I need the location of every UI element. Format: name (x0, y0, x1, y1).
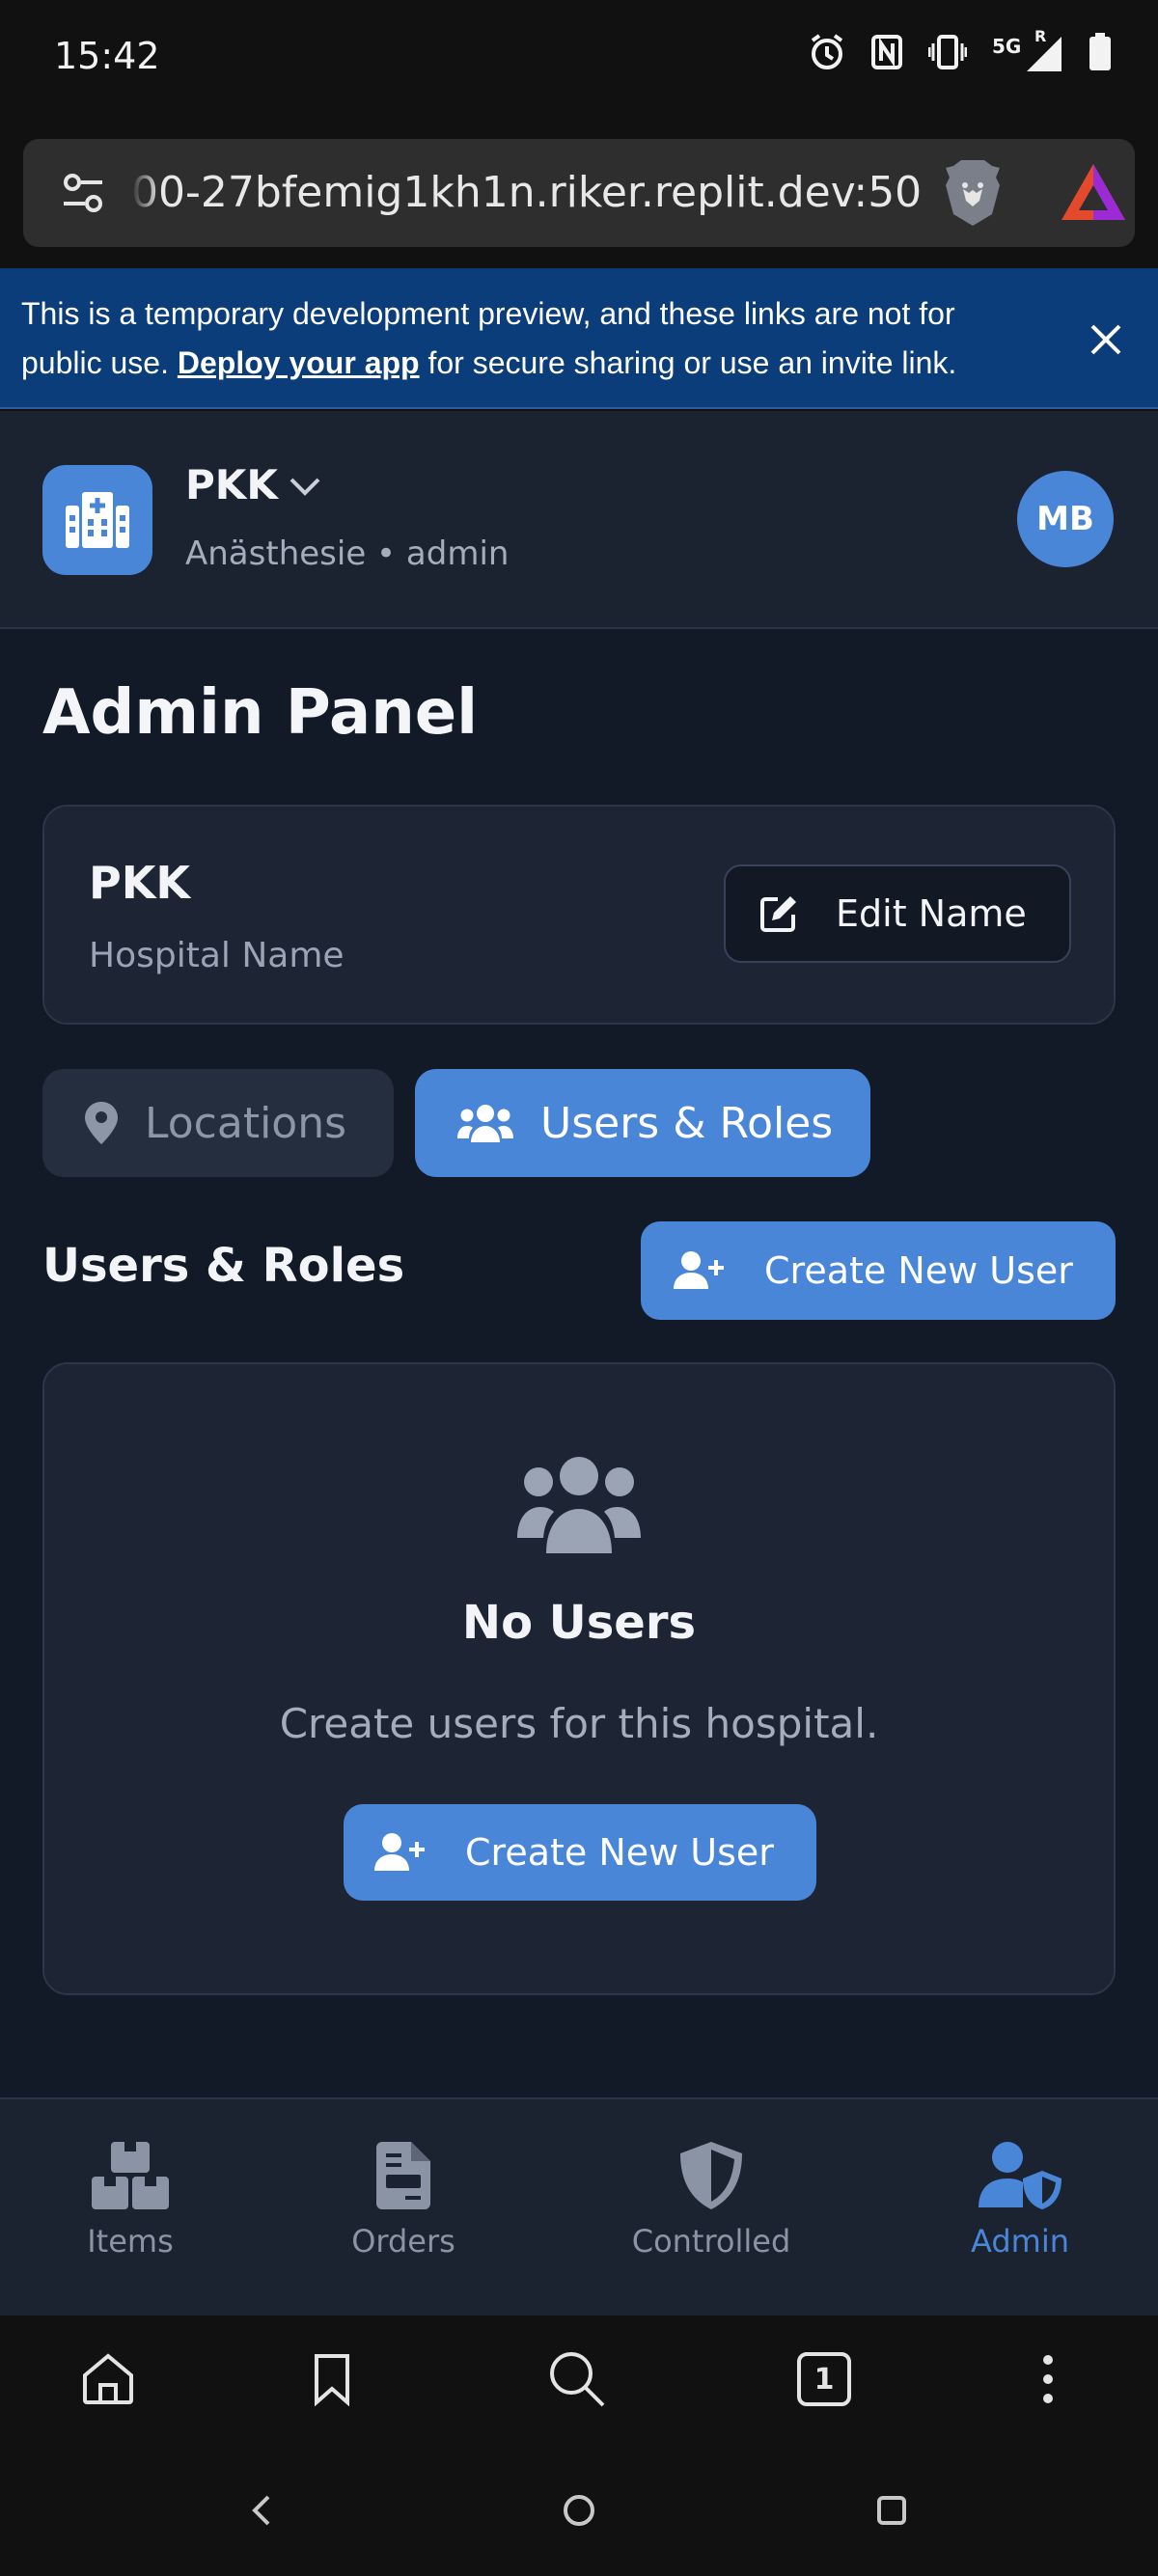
brave-shields-icon[interactable] (938, 158, 1007, 228)
banner-text: This is a temporary development preview,… (21, 289, 1044, 388)
user-shield-icon (979, 2142, 1062, 2209)
tab-users-roles[interactable]: Users & Roles (415, 1069, 870, 1177)
tabs-icon[interactable]: 1 (797, 2352, 851, 2406)
nfc-icon (871, 35, 902, 69)
edit-name-label: Edit Name (836, 892, 1027, 935)
nav-item-orders[interactable]: Orders (288, 2142, 519, 2260)
shield-icon (680, 2142, 742, 2209)
close-icon[interactable] (1087, 320, 1125, 359)
system-navigation (0, 2447, 1158, 2576)
section-title: Users & Roles (42, 1239, 405, 1293)
chevron-down-icon[interactable] (288, 475, 322, 498)
hospital-icon (66, 492, 129, 548)
alarm-icon (811, 34, 843, 69)
page-title: Admin Panel (42, 677, 479, 749)
site-settings-icon[interactable] (62, 172, 104, 214)
vibrate-icon (928, 35, 967, 69)
empty-state-text: Create users for this hospital. (279, 1700, 879, 1747)
status-icons: 5G R (809, 27, 1112, 71)
users-icon (457, 1105, 513, 1142)
back-icon[interactable] (249, 2493, 274, 2528)
home-icon[interactable] (81, 2352, 135, 2406)
app-header: PKK Anästhesie • admin MB (0, 411, 1158, 629)
hospital-name-card: PKK Hospital Name Edit Name (42, 805, 1116, 1025)
home-button-icon[interactable] (562, 2493, 596, 2528)
edit-name-button[interactable]: Edit Name (724, 864, 1071, 963)
banner-text-end: for secure sharing or use an invite link… (419, 345, 957, 380)
empty-state-card: No Users Create users for this hospital.… (42, 1362, 1116, 1995)
create-new-user-label: Create New User (465, 1831, 774, 1874)
nav-item-controlled[interactable]: Controlled (595, 2142, 827, 2260)
user-plus-icon (374, 1833, 425, 1871)
bottom-nav: Items Orders Controlled Admin (0, 2097, 1158, 2316)
user-plus-icon (674, 1251, 724, 1289)
create-new-user-button[interactable]: Create New User (641, 1221, 1116, 1320)
tab-users-roles-label: Users & Roles (540, 1098, 834, 1148)
more-icon[interactable] (1040, 2354, 1056, 2404)
app-container: PKK Anästhesie • admin MB Admin Panel PK… (0, 411, 1158, 2316)
nav-admin-label: Admin (971, 2223, 1069, 2260)
nav-item-items[interactable]: Items (14, 2142, 246, 2260)
recents-icon[interactable] (876, 2495, 907, 2526)
boxes-icon (92, 2142, 169, 2209)
url-text[interactable]: 00-27bfemig1kh1n.riker.replit.dev:5000 (131, 162, 923, 224)
map-pin-icon (85, 1102, 118, 1144)
url-fade (131, 162, 160, 224)
signal-group: 5G R (992, 27, 1063, 71)
deploy-app-link[interactable]: Deploy your app (178, 345, 420, 380)
network-type: 5G (992, 35, 1022, 58)
empty-state-title: No Users (461, 1596, 697, 1650)
address-bar[interactable]: 00-27bfemig1kh1n.riker.replit.dev:5000 (23, 139, 1135, 247)
tab-locations[interactable]: Locations (42, 1069, 394, 1177)
nav-controlled-label: Controlled (631, 2223, 791, 2260)
signal-icon (1027, 37, 1062, 71)
brave-rewards-icon[interactable] (1060, 162, 1127, 224)
search-icon[interactable] (548, 2350, 606, 2408)
users-icon (517, 1457, 641, 1553)
hospital-switcher[interactable]: PKK (185, 461, 278, 508)
file-invoice-icon (376, 2142, 430, 2209)
hospital-logo (42, 465, 152, 575)
nav-items-label: Items (87, 2223, 174, 2260)
status-bar: 15:42 5G R (0, 0, 1158, 120)
bookmark-icon[interactable] (313, 2352, 351, 2406)
browser-toolbar: 1 (0, 2316, 1158, 2447)
create-new-user-label: Create New User (764, 1249, 1073, 1292)
tab-locations-label: Locations (145, 1098, 347, 1148)
dev-preview-banner: This is a temporary development preview,… (0, 268, 1158, 409)
hospital-subtitle: Anästhesie • admin (185, 534, 510, 573)
edit-icon (760, 896, 796, 932)
hospital-name-value: PKK (89, 857, 191, 909)
avatar[interactable]: MB (1017, 471, 1114, 567)
nav-orders-label: Orders (351, 2223, 455, 2260)
create-new-user-button[interactable]: Create New User (344, 1804, 816, 1901)
status-time: 15:42 (54, 35, 160, 77)
hospital-name-label: Hospital Name (89, 936, 345, 975)
battery-icon (1089, 33, 1111, 70)
nav-item-admin[interactable]: Admin (904, 2142, 1136, 2260)
